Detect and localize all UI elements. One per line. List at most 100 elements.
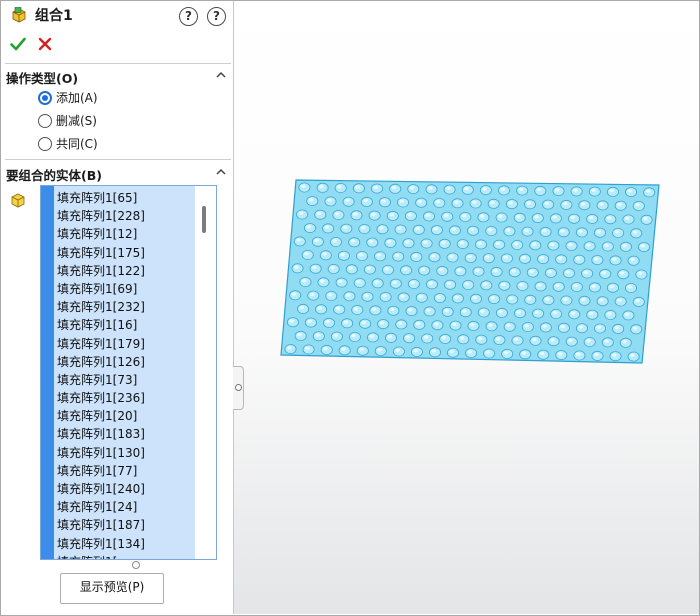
dimple-highlight [381, 294, 387, 298]
dimple-highlight [562, 201, 568, 206]
radio-common-button[interactable] [38, 137, 52, 151]
dimple-highlight [562, 297, 568, 301]
list-resize-handle[interactable] [132, 561, 140, 569]
solid-body-icon [11, 193, 25, 208]
dimple-highlight [449, 349, 455, 354]
dimple-highlight [327, 293, 333, 297]
dimple-highlight [609, 284, 614, 289]
dimple-highlight [318, 184, 324, 189]
dimple-highlight [477, 241, 483, 245]
dimple-highlight [444, 308, 449, 313]
list-item[interactable]: 填充阵列1[24] [57, 498, 195, 516]
dimple-highlight [585, 243, 591, 247]
graphics-area[interactable] [234, 1, 699, 614]
dimple-highlight [293, 265, 299, 269]
dimple-highlight [534, 310, 540, 314]
list-item[interactable]: 填充阵列1[69] [57, 280, 195, 298]
dimple-highlight [487, 228, 493, 232]
cancel-button[interactable] [38, 37, 52, 51]
bodies-title[interactable]: 要组合的实体(B) [6, 165, 102, 184]
dimple-highlight [435, 200, 441, 204]
list-item[interactable]: 填充阵列1[228] [57, 207, 195, 225]
dimple-highlight [480, 309, 485, 313]
list-item[interactable]: 填充阵列1[77] [57, 462, 195, 480]
detailed-help-icon[interactable]: ? [179, 7, 198, 26]
list-item[interactable]: 填充阵列1[12] [57, 225, 195, 243]
radio-common-label: 共同(C) [56, 137, 98, 151]
dimple-highlight [596, 229, 602, 234]
dimple-highlight [304, 252, 309, 256]
dimple-highlight [300, 184, 306, 188]
dimple-highlight [549, 338, 555, 342]
chevron-up-icon[interactable] [216, 168, 226, 175]
dimple-highlight [485, 255, 490, 259]
dimple-highlight [565, 270, 571, 274]
dimple-highlight [391, 185, 397, 190]
dimple-highlight [374, 280, 379, 284]
list-item[interactable]: 填充阵列1[... [57, 553, 195, 559]
dimple-highlight [396, 226, 402, 230]
dimple-highlight [492, 268, 498, 273]
dimple-highlight [508, 201, 513, 205]
dimple-highlight [355, 185, 360, 189]
dimple-highlight [614, 230, 620, 234]
dimple-highlight [428, 281, 434, 285]
dimple-highlight [422, 240, 428, 244]
list-item[interactable]: 填充阵列1[232] [57, 298, 195, 316]
list-item[interactable]: 填充阵列1[130] [57, 444, 195, 462]
dimple-highlight [578, 325, 584, 329]
radio-subtract-button[interactable] [38, 114, 52, 128]
dimple-highlight [490, 200, 495, 205]
perforated-plate-model[interactable] [234, 1, 699, 614]
panel-collapse-handle[interactable] [233, 366, 244, 410]
dimple-highlight [464, 186, 469, 191]
dimple-highlight [549, 242, 555, 246]
show-preview-button[interactable]: 显示预览(P) [60, 573, 164, 604]
dimple-highlight [575, 352, 581, 356]
help-icon[interactable]: ? [207, 7, 226, 26]
list-item[interactable]: 填充阵列1[16] [57, 316, 195, 334]
list-item[interactable]: 填充阵列1[122] [57, 262, 195, 280]
dimple-highlight [598, 298, 604, 302]
radio-add-button[interactable] [38, 91, 52, 105]
dimple-highlight [361, 320, 367, 325]
dimple-highlight [560, 324, 565, 329]
dimple-highlight [477, 336, 483, 341]
list-item[interactable]: 填充阵列1[126] [57, 353, 195, 371]
dimple-highlight [326, 198, 332, 202]
dimple-highlight [358, 253, 364, 257]
list-item[interactable]: 填充阵列1[73] [57, 371, 195, 389]
list-item[interactable]: 填充阵列1[236] [57, 389, 195, 407]
list-item[interactable]: 填充阵列1[134] [57, 535, 195, 553]
dimple-highlight [570, 311, 576, 315]
list-item[interactable]: 填充阵列1[183] [57, 425, 195, 443]
list-scrollbar[interactable] [202, 206, 206, 233]
dimple-highlight [487, 323, 493, 327]
list-item[interactable]: 填充阵列1[179] [57, 335, 195, 353]
dimple-highlight [425, 308, 431, 312]
dimple-highlight [399, 199, 405, 203]
list-item[interactable]: 填充阵列1[175] [57, 244, 195, 262]
list-item[interactable]: 填充阵列1[187] [57, 516, 195, 534]
list-item[interactable]: 填充阵列1[20] [57, 407, 195, 425]
dimple-highlight [464, 282, 470, 286]
list-item[interactable]: 填充阵列1[240] [57, 480, 195, 498]
operation-type-title[interactable]: 操作类型(O) [6, 68, 78, 87]
dimple-highlight [425, 213, 431, 217]
dimple-highlight [526, 201, 532, 205]
dimple-highlight [588, 215, 594, 220]
chevron-up-icon[interactable] [216, 71, 226, 78]
dimple-highlight [459, 336, 465, 340]
dimple-highlight [570, 215, 576, 220]
dimple-highlight [497, 214, 503, 218]
list-item[interactable]: 填充阵列1[65] [57, 189, 195, 207]
dimple-highlight [332, 239, 338, 243]
dimple-highlight [575, 256, 581, 261]
ok-button[interactable] [10, 36, 26, 52]
dimple-highlight [606, 312, 612, 316]
bodies-listbox[interactable]: 填充阵列1[65] 填充阵列1[228] 填充阵列1[12] 填充阵列1[175] 填充… [40, 185, 217, 560]
dimple-highlight [441, 335, 447, 340]
dimple-highlight [433, 227, 438, 231]
dimple-highlight [395, 348, 400, 352]
dimple-highlight [431, 349, 437, 353]
